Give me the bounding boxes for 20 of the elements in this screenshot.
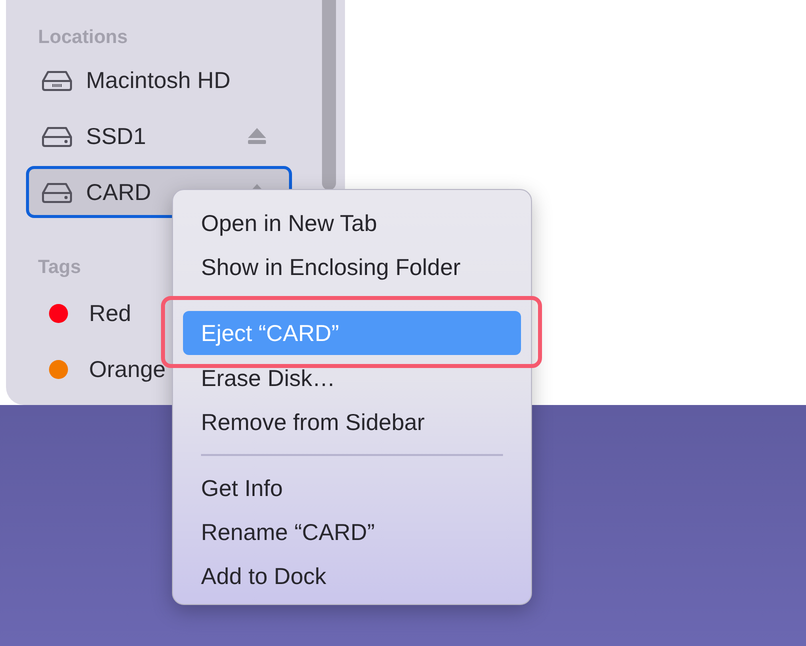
scrollbar-thumb[interactable] bbox=[322, 0, 336, 190]
section-header: Locations bbox=[38, 26, 128, 50]
item-label: SSD1 bbox=[86, 122, 146, 150]
item-label: Red bbox=[89, 300, 132, 326]
drive-icon bbox=[42, 181, 72, 203]
item-label: Orange bbox=[89, 356, 166, 382]
menu-item[interactable]: Get Info bbox=[183, 466, 521, 510]
drive-icon bbox=[42, 69, 72, 91]
item-label: CARD bbox=[86, 178, 152, 206]
sidebar-item[interactable]: SSD1 bbox=[26, 110, 292, 162]
menu-item[interactable]: Erase Disk… bbox=[183, 356, 521, 400]
menu-item[interactable]: Add to Dock bbox=[183, 554, 521, 598]
eject-icon[interactable] bbox=[247, 127, 267, 145]
menu-item[interactable]: Rename “CARD” bbox=[183, 510, 521, 554]
item-label: Macintosh HD bbox=[86, 66, 230, 94]
menu-item[interactable]: Remove from Sidebar bbox=[183, 400, 521, 444]
menu-item[interactable]: Show in Enclosing Folder bbox=[183, 245, 521, 289]
sidebar-item[interactable]: Macintosh HD bbox=[26, 54, 292, 106]
section-header: Tags bbox=[38, 256, 81, 280]
drive-icon bbox=[42, 125, 72, 147]
